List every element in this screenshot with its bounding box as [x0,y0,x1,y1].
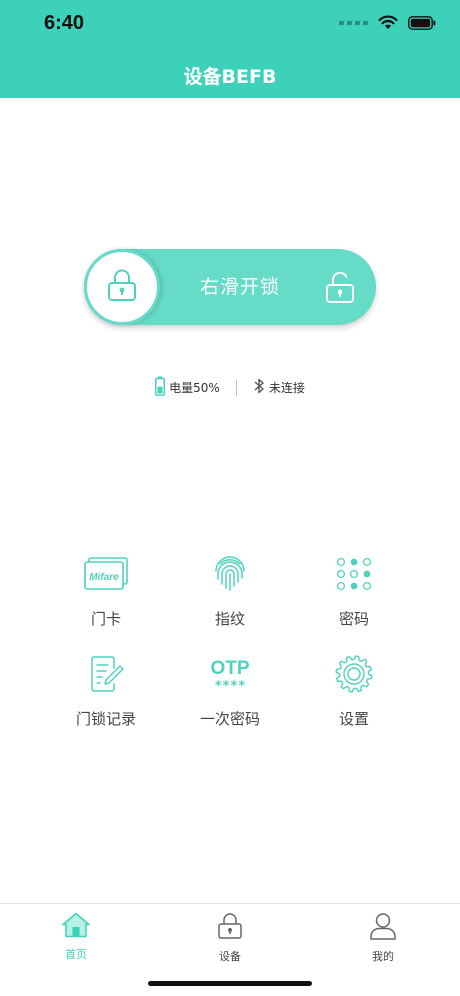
lock-icon [217,912,243,944]
bluetooth-status: 未连接 [253,377,305,398]
user-icon [369,912,397,944]
tab-device[interactable]: 设备 [180,912,280,964]
top-bar: 6:40 设备BEFB [0,0,460,98]
slider-label: 右滑开锁 [199,276,280,298]
home-indicator [148,981,312,986]
menu-label: 一次密码 [199,710,260,728]
record-icon [76,652,136,696]
unlock-slider[interactable]: 右滑开锁 [84,249,376,325]
tab-label: 我的 [372,950,394,963]
menu-label: 密码 [338,610,369,628]
menu-label: 门卡 [90,610,121,628]
gear-icon [324,652,384,696]
menu-one-time-password[interactable]: OTP **** 一次密码 [168,652,292,730]
status-battery-icon [408,15,436,30]
divider [235,379,237,396]
menu-label: 门锁记录 [75,710,136,728]
bluetooth-text: 未连接 [268,381,305,395]
otp-text: OTP [210,658,249,679]
tab-label: 设备 [219,950,241,963]
home-icon [62,912,90,942]
status-time: 6:40 [44,12,85,34]
slider-handle[interactable] [84,249,160,325]
card-text: Mifare [89,572,119,583]
menu-label: 指纹 [214,610,245,628]
device-info: 电量50% 未连接 [0,376,460,399]
fingerprint-icon [200,552,260,596]
otp-icon: OTP **** [200,652,260,696]
menu-fingerprint[interactable]: 指纹 [168,552,292,630]
battery-icon [155,376,166,399]
menu-door-card[interactable]: Mifare 门卡 [44,552,168,630]
menu-settings[interactable]: 设置 [292,652,416,730]
menu-password[interactable]: 密码 [292,552,416,630]
battery-text: 电量50% [169,381,220,395]
tab-home[interactable]: 首页 [26,912,126,962]
menu-label: 设置 [338,710,369,728]
signal-icon [339,20,368,25]
battery-status: 电量50% [155,376,220,399]
mifare-card-icon: Mifare [76,552,136,596]
bluetooth-icon [253,377,265,398]
function-grid: Mifare 门卡 指纹 密码 门锁记录 OTP **** 一次密码 设置 [44,552,416,730]
wifi-icon [378,15,398,30]
unlocked-icon [324,270,356,308]
lock-icon [106,268,138,306]
tab-profile[interactable]: 我的 [333,912,433,964]
keypad-icon [324,552,384,596]
menu-lock-records[interactable]: 门锁记录 [44,652,168,730]
status-indicators [339,15,436,30]
page-title: 设备BEFB [183,66,277,88]
otp-mask: **** [214,679,245,691]
tab-label: 首页 [65,948,87,961]
